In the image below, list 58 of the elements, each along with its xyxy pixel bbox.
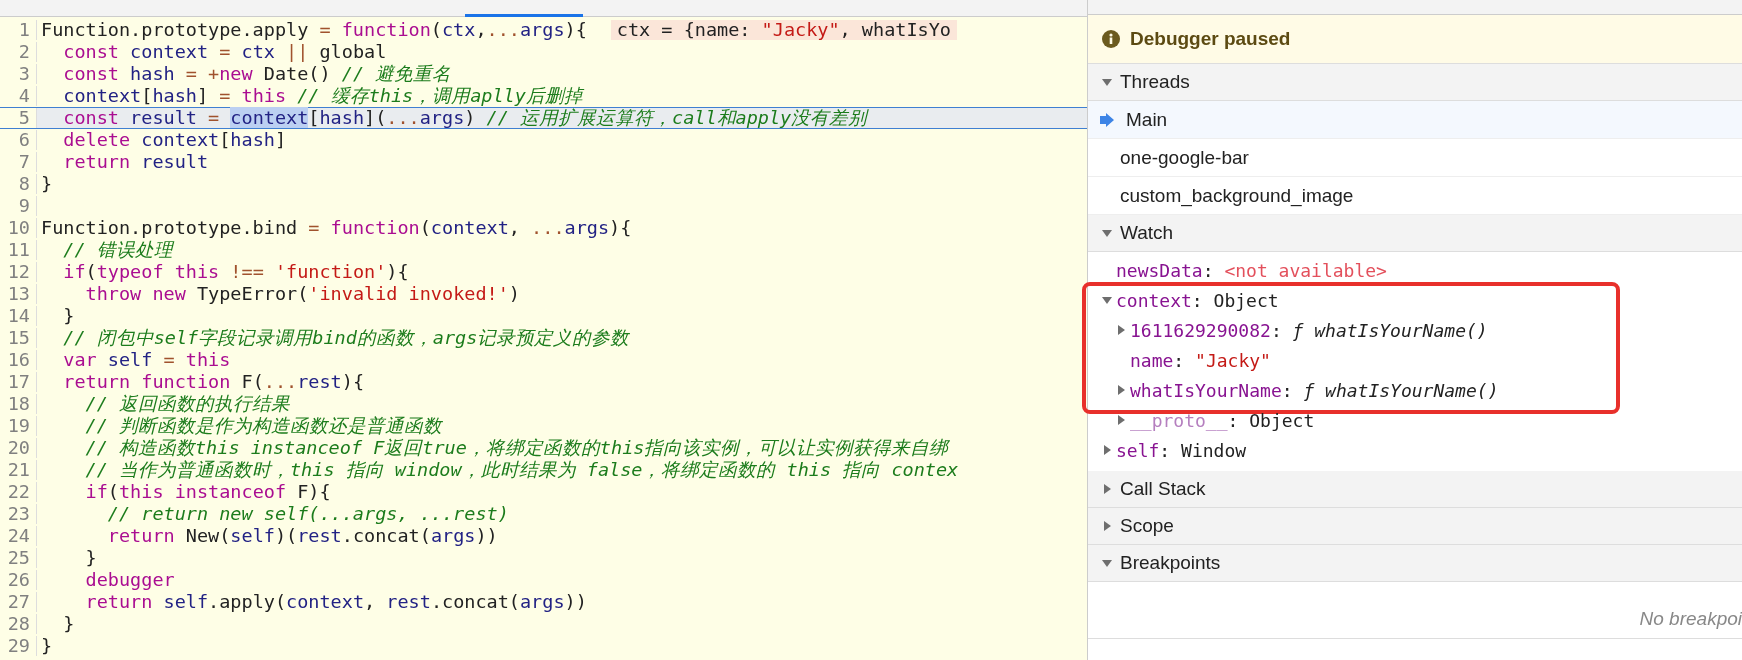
inline-value: ctx = {name: "Jacky", whatIsYo: [610, 20, 957, 40]
triangle-icon: [1102, 484, 1112, 494]
code-line: context[hash] = this // 缓存this，调用aplly后删掉: [62, 86, 583, 106]
thread-item[interactable]: Main: [1088, 101, 1742, 139]
watch-entry: 1611629290082: ƒ whatIsYourName(): [1130, 319, 1488, 341]
tree-toggle-icon[interactable]: [1116, 325, 1126, 335]
triangle-icon: [1102, 521, 1112, 531]
code-line: // 当作为普通函数时，this 指向 window，此时结果为 false，将绑定函数的 this 指向 contex: [84, 460, 959, 480]
tree-toggle-icon[interactable]: [1102, 445, 1112, 455]
code-line: Function.prototype.apply = function(ctx,...args){: [40, 20, 587, 40]
section-header[interactable]: Breakpoints: [1088, 545, 1742, 582]
code-line: Function.prototype.bind = function(context, ...args){: [40, 218, 632, 238]
code-line: if(this instanceof F){: [84, 482, 331, 502]
section-header[interactable]: Threads: [1088, 64, 1742, 101]
triangle-icon: [1102, 228, 1112, 238]
code-line: }: [62, 306, 75, 326]
section-header[interactable]: Watch: [1088, 215, 1742, 252]
code-line: throw new TypeError('invalid invoked!'): [84, 284, 520, 304]
code-line: debugger: [84, 570, 175, 590]
code-line: return result: [62, 152, 209, 172]
triangle-icon: [1102, 77, 1112, 87]
code-line: // 闭包中self字段记录调用bind的函数，args记录预定义的参数: [62, 328, 630, 348]
code-line: }: [62, 614, 75, 634]
code-line: // 返回函数的执行结果: [84, 394, 290, 414]
tree-toggle-icon[interactable]: [1116, 385, 1126, 395]
code-line: return self.apply(context, rest.concat(args)): [84, 592, 587, 612]
triangle-icon: [1102, 558, 1112, 568]
code-line: // 判断函数是作为构造函数还是普通函数: [84, 416, 442, 436]
watch-entry: self: Window: [1116, 439, 1247, 461]
section-header[interactable]: Scope: [1088, 508, 1742, 545]
code-line: // 构造函数this instanceof F返回true，将绑定函数的this指向该实例，可以让实例获得来自绑: [84, 438, 949, 458]
line-number: 5: [0, 108, 37, 128]
code-line: // 错误处理: [62, 240, 173, 260]
code-line: }: [40, 174, 53, 194]
tree-toggle-icon[interactable]: [1102, 295, 1112, 305]
code-line: if(typeof this !== 'function'){: [62, 262, 409, 282]
code-line: const result = context[hash](...args) // 运用扩展运算符，call和apply没有差别: [62, 108, 868, 128]
code-line: var self = this: [62, 350, 231, 370]
code-line: const context = ctx || global: [62, 42, 387, 62]
code-line: }: [84, 548, 97, 568]
empty-message: No breakpoi: [1639, 608, 1742, 631]
watch-entry: __proto__: Object: [1130, 409, 1315, 431]
code-line: return New(self)(rest.concat(args)): [106, 526, 498, 546]
tree-toggle-icon[interactable]: [1116, 415, 1126, 425]
watch-entry: newsData: <not available>: [1116, 259, 1387, 281]
info-icon: [1102, 30, 1120, 48]
section-header[interactable]: Call Stack: [1088, 471, 1742, 508]
watch-entry: whatIsYourName: ƒ whatIsYourName(): [1130, 379, 1499, 401]
current-thread-arrow-icon: [1100, 112, 1114, 127]
banner-text: Debugger paused: [1130, 28, 1291, 50]
code-line: const hash = +new Date() // 避免重名: [62, 64, 452, 84]
thread-item[interactable]: one-google-bar: [1088, 139, 1742, 177]
watch-entry: context: Object: [1116, 289, 1279, 311]
code-line: }: [40, 636, 53, 656]
watch-entry: name: "Jacky": [1130, 349, 1271, 371]
code-line: delete context[hash]: [62, 130, 287, 150]
code-line: // return new self(...args, ...rest): [106, 504, 509, 524]
code-line: return function F(...rest){: [62, 372, 365, 392]
